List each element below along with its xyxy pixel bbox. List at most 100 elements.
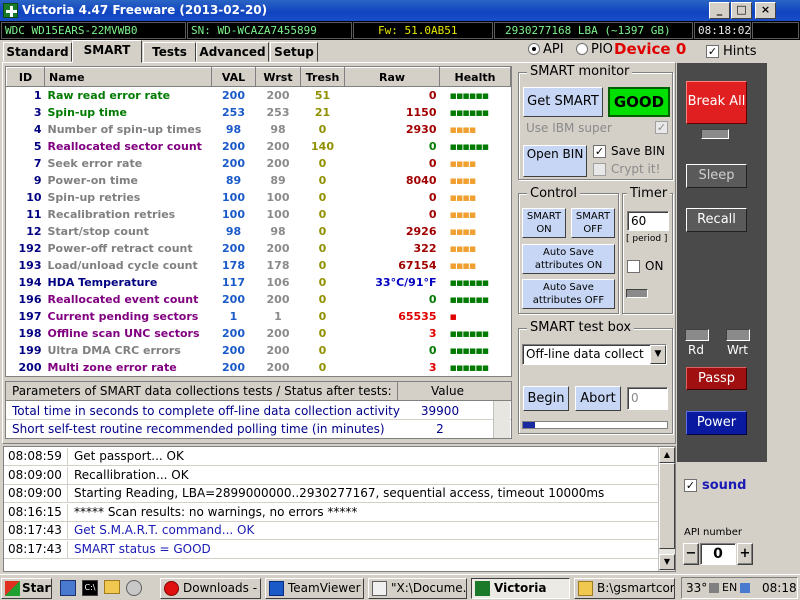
smart-row[interactable]: 199 Ultra DMA CRC errors 200 200 0 0 ▪▪▪▪▪▪ — [7, 342, 511, 359]
title-bar[interactable]: Victoria 4.47 Freeware (2013-02-20) _ □ … — [0, 0, 800, 21]
timer-on-checkbox[interactable] — [627, 260, 640, 273]
start-button[interactable]: Start — [1, 578, 52, 599]
taskbar-item-victoria[interactable]: Victoria — [471, 578, 570, 599]
smart-wrst: 253 — [266, 105, 290, 119]
recall-button[interactable]: Recall — [686, 208, 747, 232]
abort-button[interactable]: Abort — [575, 386, 621, 411]
tab-advanced[interactable]: Advanced — [196, 42, 269, 62]
col-name[interactable]: Name — [44, 67, 212, 87]
minimize-button[interactable]: _ — [709, 2, 730, 19]
api-number-field[interactable]: 0 — [700, 543, 736, 565]
smart-off-button[interactable]: SMART OFF — [571, 208, 615, 238]
api-number-decrement[interactable]: − — [683, 543, 699, 565]
explorer-icon[interactable] — [104, 580, 120, 594]
smart-row[interactable]: 200 Multi zone error rate 200 200 0 3 ▪▪▪▪▪▪ — [7, 359, 511, 376]
log-row[interactable]: 08:08:59 Get passport... OK — [4, 448, 659, 466]
tab-tests[interactable]: Tests — [143, 42, 196, 62]
smart-row[interactable]: 194 HDA Temperature 117 106 0 33°C/91°F ▪▪▪▪▪▪ — [7, 274, 511, 291]
smart-row[interactable]: 197 Current pending sectors 1 1 0 65535 ▪ — [7, 308, 511, 325]
log-row[interactable]: 08:09:00 Starting Reading, LBA=2899000000… — [4, 485, 659, 503]
params-row[interactable]: Short self-test routine recommended poll… — [6, 420, 511, 438]
log-row[interactable]: 08:09:00 Recallibration... OK — [4, 466, 659, 485]
test-counter-field[interactable]: 0 — [627, 387, 668, 410]
log-row[interactable]: 08:17:43 SMART status = GOOD — [4, 540, 659, 559]
smart-wrst: 1 — [274, 309, 282, 323]
taskbar-item-downloads[interactable]: Downloads - ... — [160, 578, 261, 599]
smart-row[interactable]: 7 Seek error rate 200 200 0 0 ▪▪▪▪ — [7, 155, 511, 172]
smart-row[interactable]: 196 Reallocated event count 200 200 0 0 ▪▪▪▪▪▪ — [7, 291, 511, 308]
scroll-up-icon[interactable]: ▲ — [659, 447, 675, 463]
col-health[interactable]: Health — [439, 67, 511, 87]
smart-row[interactable]: 11 Recalibration retries 100 100 0 0 ▪▪▪▪ — [7, 206, 511, 223]
smart-raw: 2926 — [405, 224, 437, 238]
log-panel[interactable]: 08:08:59 Get passport... OK 08:09:00 Recall… — [3, 446, 676, 572]
autosave-on-button[interactable]: Auto Save attributes ON — [522, 244, 615, 274]
open-bin-button[interactable]: Open BIN — [523, 145, 587, 177]
taskbar-item-teamviewer[interactable]: TeamViewer — [265, 578, 364, 599]
cmd-icon[interactable]: C:\ — [82, 580, 98, 596]
smart-row[interactable]: 12 Start/stop count 98 98 0 2926 ▪▪▪▪ — [7, 223, 511, 240]
crypt-checkbox[interactable] — [593, 163, 606, 176]
network-icon[interactable] — [740, 583, 750, 593]
log-time: 08:16:15 — [8, 503, 68, 521]
maximize-button[interactable]: □ — [731, 2, 752, 19]
chevron-down-icon[interactable]: ▼ — [650, 345, 666, 364]
tab-smart[interactable]: SMART — [72, 40, 142, 63]
smart-attributes-table[interactable]: ID Name VAL Wrst Tresh Raw Health 1 Raw r… — [5, 66, 512, 377]
speaker-icon[interactable] — [709, 583, 719, 593]
close-button[interactable]: × — [755, 2, 776, 19]
use-ibm-checkbox[interactable]: ✓ — [655, 121, 668, 134]
test-type-select[interactable]: Off-line data collect ▼ — [522, 344, 667, 365]
begin-button[interactable]: Begin — [523, 386, 569, 411]
smart-row[interactable]: 9 Power-on time 89 89 0 8040 ▪▪▪▪ — [7, 172, 511, 189]
pio-radio[interactable] — [576, 43, 588, 55]
get-smart-button[interactable]: Get SMART — [523, 87, 603, 117]
log-row[interactable]: 08:17:43 Get S.M.A.R.T. command... OK — [4, 522, 659, 540]
smart-row[interactable]: 198 Offline scan UNC sectors 200 200 0 3 ▪▪▪▪▪… — [7, 325, 511, 342]
save-bin-checkbox[interactable]: ✓ — [593, 145, 606, 158]
params-scrollbar[interactable] — [493, 401, 510, 438]
sleep-button[interactable]: Sleep — [686, 164, 747, 188]
smart-val: 98 — [225, 122, 242, 136]
smart-row[interactable]: 5 Reallocated sector count 200 200 140 0 ▪▪▪▪▪… — [7, 138, 511, 155]
scroll-thumb[interactable] — [659, 463, 675, 549]
log-row[interactable]: 08:16:15 ***** Scan results: no warnings,… — [4, 503, 659, 522]
tab-standard[interactable]: Standard — [3, 42, 72, 62]
show-desktop-icon[interactable] — [60, 580, 76, 596]
tray-language[interactable]: EN — [722, 581, 737, 594]
passp-button[interactable]: Passp — [686, 367, 747, 390]
smart-on-button[interactable]: SMART ON — [522, 208, 566, 238]
col-raw[interactable]: Raw — [344, 67, 440, 87]
break-all-button[interactable]: Break All — [686, 81, 747, 124]
device-label[interactable]: Device 0 — [614, 40, 686, 58]
media-icon[interactable] — [126, 580, 142, 596]
tab-setup[interactable]: Setup — [270, 42, 318, 62]
smart-row[interactable]: 3 Spin-up time 253 253 21 1150 ▪▪▪▪▪▪ — [7, 104, 511, 121]
smart-params-table[interactable]: Parameters of SMART data collections tes… — [5, 381, 512, 439]
api-number-increment[interactable]: + — [737, 543, 753, 565]
smart-row[interactable]: 193 Load/unload cycle count 178 178 0 67154 ▪▪… — [7, 257, 511, 274]
col-tresh[interactable]: Tresh — [300, 67, 345, 87]
smart-row[interactable]: 10 Spin-up retries 100 100 0 0 ▪▪▪▪ — [7, 189, 511, 206]
col-wrst[interactable]: Wrst — [255, 67, 301, 87]
smart-row[interactable]: 4 Number of spin-up times 98 98 0 2930 ▪▪▪▪ — [7, 121, 511, 138]
taskbar-item-gsmartcon[interactable]: B:\gsmartcon... — [574, 578, 675, 599]
autosave-off-button[interactable]: Auto Save attributes OFF — [522, 279, 615, 309]
taskbar-item-documents[interactable]: "X:\Docume... — [368, 578, 467, 599]
timer-period-input[interactable]: 60 — [627, 211, 669, 231]
api-radio[interactable] — [528, 43, 540, 55]
tray-clock: 08:18 — [762, 581, 797, 595]
col-id[interactable]: ID — [6, 67, 45, 87]
col-val[interactable]: VAL — [211, 67, 256, 87]
scroll-down-icon[interactable]: ▼ — [659, 554, 675, 570]
params-row[interactable]: Total time in seconds to complete off-li… — [6, 402, 511, 420]
sound-checkbox[interactable]: ✓ — [684, 479, 697, 492]
params-row-value: 39900 — [420, 404, 460, 418]
power-button[interactable]: Power — [686, 411, 747, 435]
smart-raw: 3 — [428, 360, 437, 374]
smart-row[interactable]: 192 Power-off retract count 200 200 0 322 ▪▪▪▪ — [7, 240, 511, 257]
log-scrollbar[interactable]: ▲ ▼ — [658, 447, 675, 571]
timer-period-label: [ period ] — [626, 234, 668, 244]
smart-row[interactable]: 1 Raw read error rate 200 200 51 0 ▪▪▪▪▪▪ — [7, 87, 511, 104]
hints-checkbox[interactable]: ✓ — [706, 45, 719, 58]
